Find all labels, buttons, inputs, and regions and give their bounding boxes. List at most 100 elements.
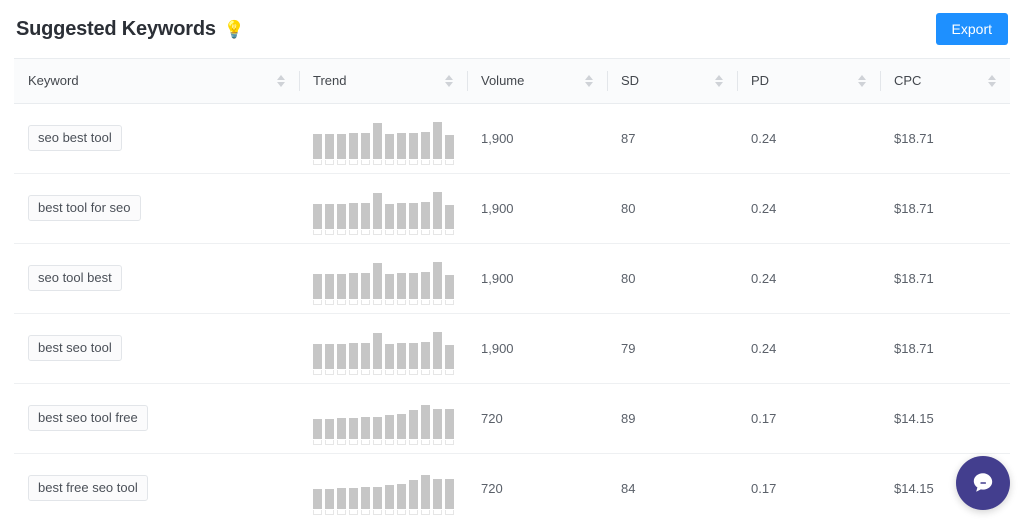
pd-value: 0.17 (751, 410, 777, 426)
trend-axis-tick (361, 440, 370, 445)
trend-axis-tick (445, 370, 454, 375)
trend-axis-tick (421, 300, 430, 305)
table-row[interactable]: best free seo tool 720 84 0.17 $14.15 (14, 453, 1010, 520)
table-header-row: Keyword Trend Volume SD PD CPC (14, 59, 1010, 104)
sort-toggle-icon[interactable] (277, 74, 285, 87)
sort-toggle-icon[interactable] (988, 74, 996, 87)
keyword-pill[interactable]: best tool for seo (28, 194, 141, 222)
cell-pd: 0.24 (737, 173, 880, 243)
trend-bar (421, 405, 430, 439)
trend-bar (421, 342, 430, 369)
column-header-volume[interactable]: Volume (467, 59, 607, 104)
volume-value: 1,900 (481, 340, 514, 356)
trend-axis-tick (433, 230, 442, 235)
cell-volume: 1,900 (467, 313, 607, 383)
cell-cpc: $14.15 (880, 383, 1010, 453)
column-header-pd[interactable]: PD (737, 59, 880, 104)
cell-volume: 1,900 (467, 103, 607, 173)
pd-value: 0.17 (751, 480, 777, 496)
keyword-pill[interactable]: seo best tool (28, 124, 122, 152)
trend-bar (313, 134, 322, 159)
table-head: Keyword Trend Volume SD PD CPC (14, 59, 1010, 104)
trend-bar (409, 480, 418, 509)
table-row[interactable]: seo best tool 1,900 87 0.24 $18.71 (14, 103, 1010, 173)
table-row[interactable]: best seo tool free 720 89 0.17 $14.15 (14, 383, 1010, 453)
trend-bar (313, 489, 322, 509)
trend-bar (373, 333, 382, 369)
table-row[interactable]: best tool for seo 1,900 80 0.24 $18.71 (14, 173, 1010, 243)
table-row[interactable]: seo tool best 1,900 80 0.24 $18.71 (14, 243, 1010, 313)
trend-sparkline (313, 257, 456, 305)
table-row[interactable]: best seo tool 1,900 79 0.24 $18.71 (14, 313, 1010, 383)
trend-bar (385, 204, 394, 229)
trend-bar (433, 192, 442, 229)
sd-value: 89 (621, 410, 636, 426)
keyword-pill[interactable]: best seo tool (28, 334, 122, 362)
volume-value: 1,900 (481, 130, 514, 146)
lightbulb-icon: 💡 (223, 19, 245, 39)
keyword-pill[interactable]: best seo tool free (28, 404, 148, 432)
trend-axis-tick (349, 160, 358, 165)
trend-axis-tick (313, 160, 322, 165)
trend-bar (325, 274, 334, 299)
sort-toggle-icon[interactable] (858, 74, 866, 87)
trend-bar (349, 273, 358, 299)
cell-trend (299, 243, 467, 313)
chat-widget-button[interactable] (956, 456, 1010, 510)
column-header-cpc[interactable]: CPC (880, 59, 1010, 104)
trend-axis-tick (433, 300, 442, 305)
trend-bar (397, 133, 406, 159)
trend-axis-tick (349, 370, 358, 375)
export-button[interactable]: Export (935, 13, 1008, 45)
sort-toggle-icon[interactable] (445, 74, 453, 87)
sort-toggle-icon[interactable] (585, 74, 593, 87)
trend-bar (337, 274, 346, 299)
trend-bar (313, 344, 322, 369)
trend-axis-tick (349, 230, 358, 235)
trend-bar (337, 204, 346, 229)
column-header-keyword[interactable]: Keyword (14, 59, 299, 104)
trend-bar (445, 409, 454, 439)
trend-axis-tick (397, 230, 406, 235)
trend-axis-tick (325, 510, 334, 515)
cell-trend (299, 453, 467, 520)
trend-bar (433, 262, 442, 299)
trend-bar (409, 410, 418, 439)
column-header-sd[interactable]: SD (607, 59, 737, 104)
column-header-label: PD (751, 73, 770, 89)
trend-bar (325, 419, 334, 439)
cpc-value: $18.71 (894, 130, 934, 146)
trend-axis-tick (325, 160, 334, 165)
trend-axis-tick (433, 370, 442, 375)
trend-axis-tick (349, 510, 358, 515)
trend-bar (385, 274, 394, 299)
column-header-trend[interactable]: Trend (299, 59, 467, 104)
trend-bar (433, 122, 442, 159)
trend-axis-tick (361, 160, 370, 165)
column-header-label: SD (621, 73, 640, 89)
trend-axis-tick (385, 440, 394, 445)
trend-bar (445, 479, 454, 509)
trend-axis-tick (397, 440, 406, 445)
trend-axis-tick (421, 160, 430, 165)
trend-axis-tick (433, 510, 442, 515)
trend-bar (373, 193, 382, 229)
trend-bar (385, 134, 394, 159)
trend-bar (313, 204, 322, 229)
sd-value: 80 (621, 200, 636, 216)
trend-axis-tick (325, 230, 334, 235)
trend-bar (373, 263, 382, 299)
trend-bar (409, 133, 418, 159)
keyword-pill[interactable]: seo tool best (28, 264, 122, 292)
cpc-value: $18.71 (894, 270, 934, 286)
trend-bar (337, 344, 346, 369)
trend-sparkline (313, 187, 456, 235)
keyword-pill[interactable]: best free seo tool (28, 474, 148, 502)
trend-bar (385, 415, 394, 439)
trend-axis-tick (409, 230, 418, 235)
trend-axis-tick (337, 370, 346, 375)
trend-axis-tick (373, 160, 382, 165)
sort-toggle-icon[interactable] (715, 74, 723, 87)
trend-bar (421, 475, 430, 509)
trend-bar (397, 484, 406, 509)
